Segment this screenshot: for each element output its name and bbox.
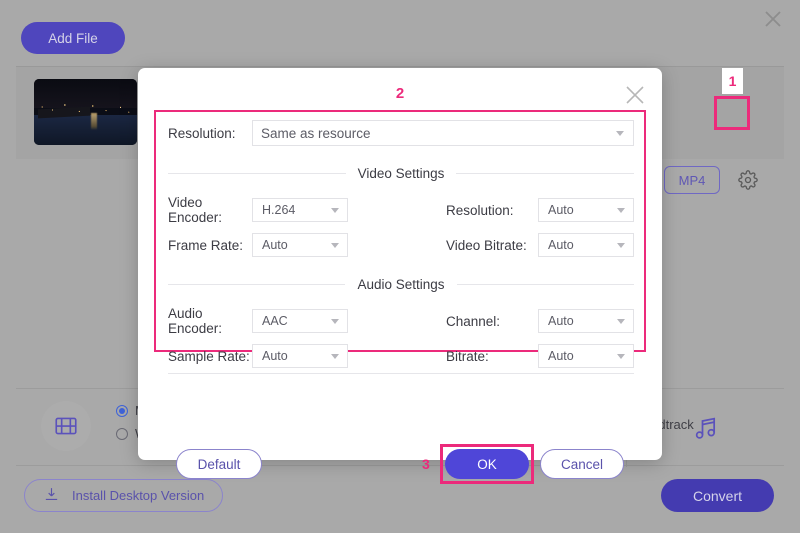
install-desktop-version-button[interactable]: Install Desktop Version <box>24 479 223 512</box>
chevron-down-icon <box>331 354 339 359</box>
audio-bitrate-label: Bitrate: <box>446 349 538 364</box>
chevron-down-icon <box>331 319 339 324</box>
video-settings-divider: Video Settings <box>168 166 634 181</box>
channel-select[interactable]: Auto <box>538 309 634 333</box>
cancel-label: Cancel <box>561 457 603 472</box>
chevron-down-icon <box>616 131 624 136</box>
audio-bitrate-select[interactable]: Auto <box>538 344 634 368</box>
download-icon <box>43 486 60 506</box>
settings-dialog: 2 Resolution: Same as resource Video Set… <box>138 68 662 460</box>
default-button[interactable]: Default <box>176 449 262 479</box>
add-file-button[interactable]: Add File <box>21 22 125 54</box>
annotation-marker-3: 3 <box>422 456 430 472</box>
channel-label: Channel: <box>446 314 538 329</box>
add-file-label: Add File <box>48 31 98 46</box>
install-label: Install Desktop Version <box>72 488 204 503</box>
frame-rate-value: Auto <box>262 238 288 252</box>
close-icon[interactable] <box>758 4 788 34</box>
annotation-highlight-ok <box>440 444 534 484</box>
video-encoder-value: H.264 <box>262 203 295 217</box>
sample-rate-label: Sample Rate: <box>168 349 252 364</box>
annotation-highlight-gear <box>714 96 750 130</box>
frame-rate-select[interactable]: Auto <box>252 233 348 257</box>
audio-encoder-select[interactable]: AAC <box>252 309 348 333</box>
radio-indicator <box>116 405 128 417</box>
frame-rate-label: Frame Rate: <box>168 238 252 253</box>
video-resolution-label: Resolution: <box>446 203 538 218</box>
settings-form: Resolution: Same as resource Video Setti… <box>168 112 634 368</box>
cancel-button[interactable]: Cancel <box>540 449 624 479</box>
audio-encoder-value: AAC <box>262 314 288 328</box>
convert-label: Convert <box>693 488 742 504</box>
format-chip[interactable]: MP4 <box>664 166 720 194</box>
film-strip-icon <box>41 401 91 451</box>
video-settings-grid: Video Encoder: H.264 Resolution: Auto Fr… <box>168 195 634 257</box>
resolution-value: Same as resource <box>261 126 371 141</box>
channel-value: Auto <box>548 314 574 328</box>
footer-divider <box>168 373 634 374</box>
audio-settings-grid: Audio Encoder: AAC Channel: Auto Sample … <box>168 306 634 368</box>
annotation-marker-1: 1 <box>722 68 743 94</box>
sample-rate-select[interactable]: Auto <box>252 344 348 368</box>
audio-settings-divider: Audio Settings <box>168 277 634 292</box>
convert-button[interactable]: Convert <box>661 479 774 512</box>
video-bitrate-select[interactable]: Auto <box>538 233 634 257</box>
resolution-select[interactable]: Same as resource <box>252 120 634 146</box>
close-icon[interactable] <box>622 82 648 108</box>
video-bitrate-label: Video Bitrate: <box>446 238 538 253</box>
video-resolution-value: Auto <box>548 203 574 217</box>
audio-bitrate-value: Auto <box>548 349 574 363</box>
chevron-down-icon <box>617 354 625 359</box>
resolution-label: Resolution: <box>168 126 252 141</box>
chevron-down-icon <box>331 243 339 248</box>
format-chip-label: MP4 <box>679 173 706 188</box>
video-settings-title: Video Settings <box>346 166 457 181</box>
audio-settings-title: Audio Settings <box>345 277 456 292</box>
resolution-row: Resolution: Same as resource <box>168 120 634 146</box>
video-thumbnail <box>34 79 137 145</box>
chevron-down-icon <box>331 208 339 213</box>
video-resolution-select[interactable]: Auto <box>538 198 634 222</box>
chevron-down-icon <box>617 243 625 248</box>
gear-icon[interactable] <box>734 166 762 194</box>
audio-encoder-label: Audio Encoder: <box>168 306 252 336</box>
video-bitrate-value: Auto <box>548 238 574 252</box>
sample-rate-value: Auto <box>262 349 288 363</box>
video-encoder-label: Video Encoder: <box>168 195 252 225</box>
annotation-marker-2: 2 <box>138 85 662 102</box>
default-label: Default <box>198 457 241 472</box>
chevron-down-icon <box>617 208 625 213</box>
chevron-down-icon <box>617 319 625 324</box>
radio-indicator <box>116 428 128 440</box>
video-encoder-select[interactable]: H.264 <box>252 198 348 222</box>
